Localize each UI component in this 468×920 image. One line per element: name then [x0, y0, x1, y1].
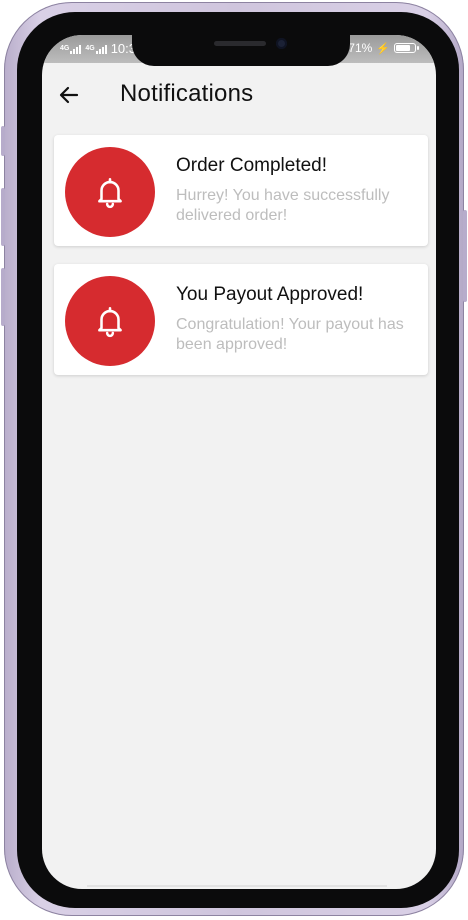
network-type-label-2: 4G — [85, 45, 95, 52]
notification-icon-badge — [65, 147, 155, 237]
volume-up-button — [1, 188, 5, 246]
notification-title: Order Completed! — [176, 155, 328, 176]
page-title: Notifications — [120, 80, 254, 107]
signal-icon-2 — [95, 44, 107, 54]
notification-message: Hurrey! You have successfully delivered … — [176, 187, 390, 224]
silent-switch — [1, 126, 5, 156]
notification-icon-badge — [65, 276, 155, 366]
notification-title: You Payout Approved! — [176, 284, 364, 305]
app-header: Notifications — [42, 63, 436, 129]
screen: 4G 4G 10:3 ▲ 71% ⚡ Notifications — [42, 35, 436, 889]
phone-frame: 4G 4G 10:3 ▲ 71% ⚡ Notifications — [1, 2, 467, 916]
status-bar-left: 4G 4G 10:3 — [60, 41, 136, 56]
bell-icon — [98, 177, 122, 209]
notification-message: Congratulation! Your payout has been app… — [176, 316, 404, 353]
home-indicator — [87, 885, 387, 887]
network-type-label: 4G — [60, 45, 70, 52]
notch — [132, 35, 350, 66]
speaker-grille — [214, 41, 266, 46]
front-camera — [276, 38, 287, 49]
battery-level-fill — [396, 45, 411, 51]
signal-icon — [70, 44, 82, 54]
bell-icon — [98, 306, 122, 338]
notification-card[interactable]: Order Completed! Hurrey! You have succes… — [54, 135, 428, 246]
arrow-left-icon — [59, 86, 79, 104]
back-button[interactable] — [57, 83, 81, 107]
volume-down-button — [1, 268, 5, 326]
battery-percent: 71% — [348, 41, 373, 55]
notification-card[interactable]: You Payout Approved! Congratulation! You… — [54, 264, 428, 375]
charging-icon: ⚡ — [376, 42, 390, 55]
power-button — [463, 210, 467, 302]
battery-icon — [394, 43, 419, 53]
